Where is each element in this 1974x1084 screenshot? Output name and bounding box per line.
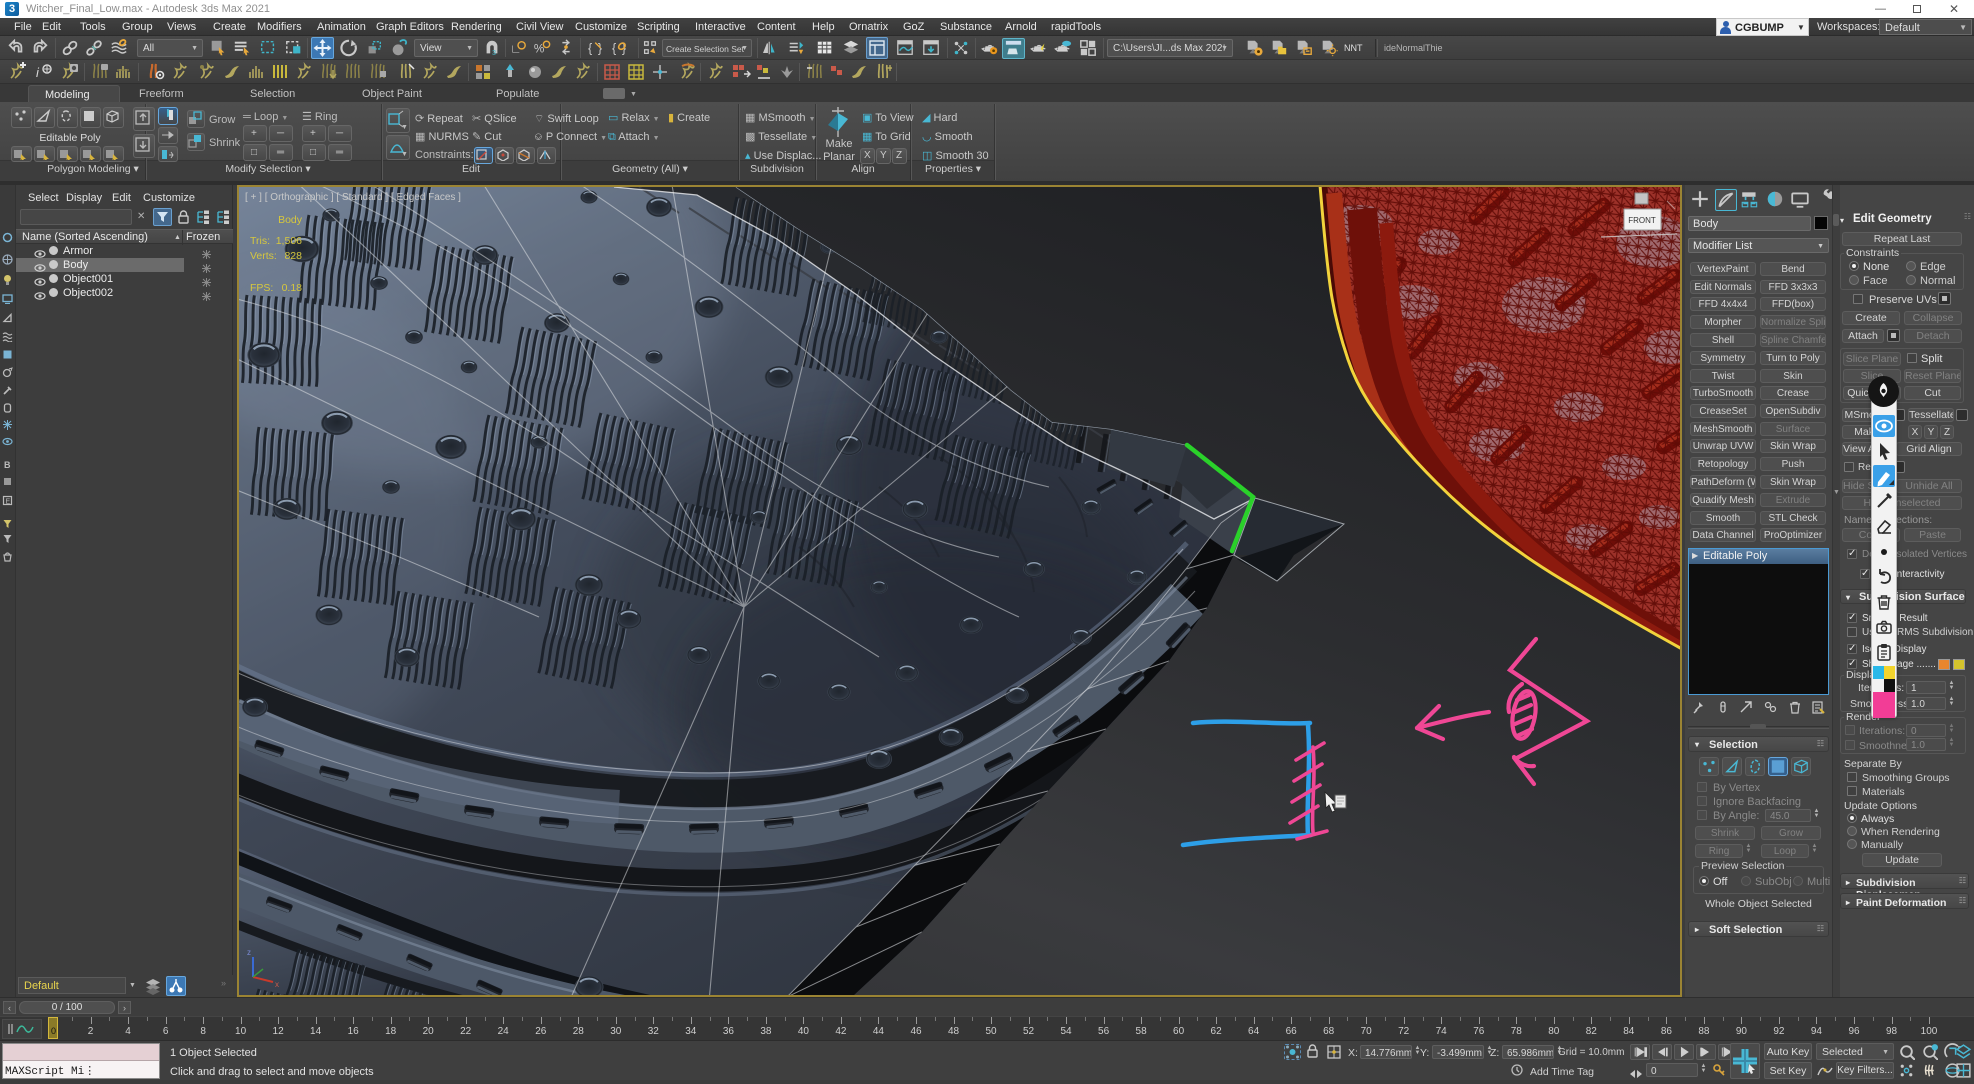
svg-text:[ + ] [ Orthographic ] [ Stand: [ + ] [ Orthographic ] [ Standard ] [ Ed…	[245, 192, 461, 203]
svg-text:{: {	[588, 42, 592, 56]
svg-text:FRONT: FRONT	[1628, 216, 1656, 225]
svg-text:1,506: 1,506	[276, 235, 302, 247]
svg-text:Tris:: Tris:	[250, 235, 270, 247]
svg-text:i: i	[36, 65, 40, 80]
svg-text:▼: ▼	[401, 151, 407, 157]
svg-text:{: {	[612, 42, 616, 56]
svg-text:B: B	[4, 460, 11, 470]
svg-text:Body: Body	[278, 214, 303, 226]
svg-text:E: E	[6, 499, 11, 506]
svg-text:Verts:: Verts:	[250, 250, 277, 262]
svg-text:▼: ▼	[401, 124, 407, 130]
svg-text:828: 828	[284, 250, 302, 262]
svg-text:z: z	[247, 948, 251, 957]
svg-text:}: }	[598, 42, 602, 56]
svg-text:x: x	[275, 980, 279, 989]
svg-text:0.18: 0.18	[282, 282, 303, 294]
svg-text:3: 3	[492, 48, 496, 57]
svg-text:FPS:: FPS:	[250, 282, 273, 294]
